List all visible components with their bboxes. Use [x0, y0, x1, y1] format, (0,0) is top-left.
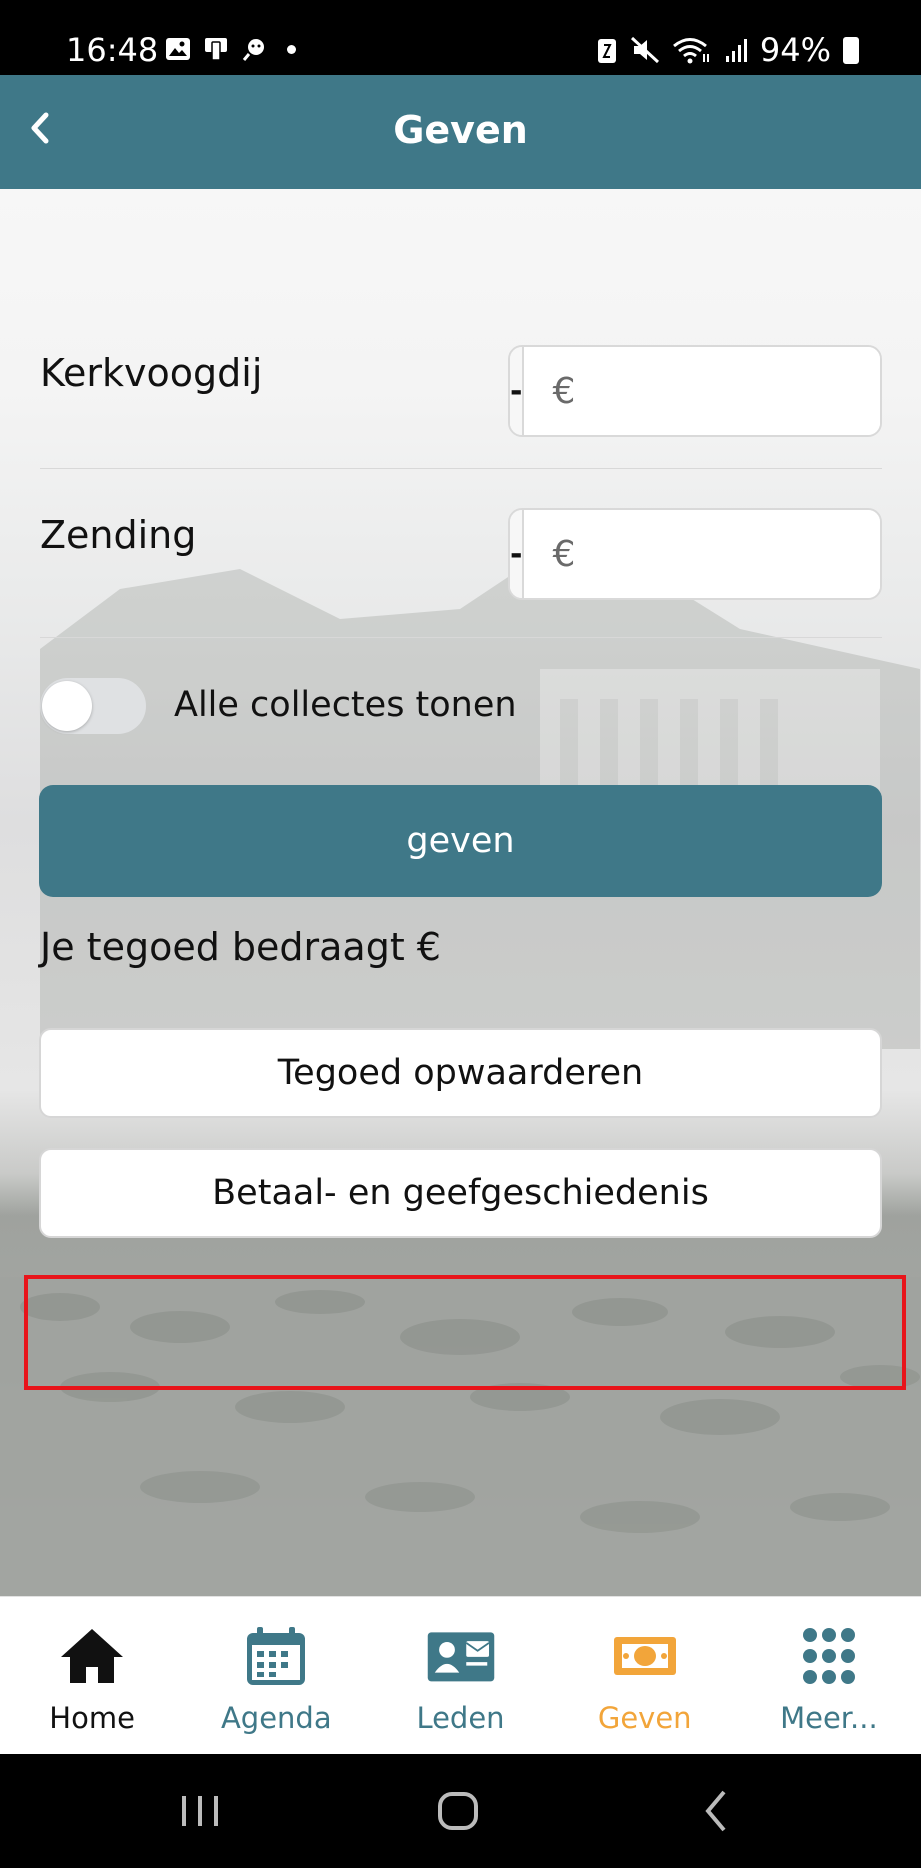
decrease-button[interactable]: - — [510, 347, 525, 435]
battery-icon — [843, 36, 859, 64]
highlight-box — [24, 1275, 906, 1390]
nav-item-meer[interactable]: Meer... — [737, 1597, 921, 1754]
main-content: Kerkvoogdij - + Zending - + Alle collect… — [0, 189, 921, 1596]
nav-label: Geven — [597, 1701, 692, 1735]
amount-stepper-zending: - + — [508, 508, 882, 600]
gallery-icon — [166, 38, 190, 60]
payment-history-button[interactable]: Betaal- en geefgeschiedenis — [39, 1148, 882, 1238]
system-back-icon[interactable] — [688, 1786, 748, 1836]
bottom-navigation: Home Agenda Leden Geven Meer... — [0, 1596, 921, 1754]
notification-dot — [287, 44, 296, 54]
nav-item-geven[interactable]: Geven — [553, 1597, 737, 1754]
status-system-icons: 94% — [596, 30, 859, 70]
recent-apps-icon[interactable] — [170, 1786, 230, 1836]
nav-item-agenda[interactable]: Agenda — [184, 1597, 368, 1754]
nav-item-home[interactable]: Home — [0, 1597, 184, 1754]
money-icon — [613, 1637, 676, 1675]
status-time: 16:48 — [66, 31, 159, 69]
status-bar: 16:48 94% — [0, 0, 921, 75]
decrease-button[interactable]: - — [510, 510, 525, 598]
balance-text: Je tegoed bedraagt € — [40, 925, 441, 969]
nav-label: Meer... — [780, 1701, 878, 1735]
battery-percent: 94% — [759, 31, 831, 69]
show-all-collections-toggle[interactable] — [40, 678, 146, 734]
give-button[interactable]: geven — [39, 785, 882, 897]
toggle-label: Alle collectes tonen — [174, 685, 517, 725]
system-navigation-bar — [0, 1754, 921, 1868]
amount-input[interactable] — [524, 347, 880, 435]
collection-label-kerkvoogdij: Kerkvoogdij — [40, 351, 263, 395]
top-up-button[interactable]: Tegoed opwaarderen — [39, 1028, 882, 1118]
assistant-icon — [242, 39, 264, 61]
toggle-knob — [42, 681, 92, 731]
battery-saver-icon — [597, 39, 616, 63]
nav-label: Agenda — [220, 1701, 332, 1735]
mute-icon — [630, 36, 659, 64]
nav-label: Home — [49, 1701, 135, 1735]
signal-icon — [725, 39, 747, 62]
contact-card-icon — [427, 1632, 494, 1682]
home-icon — [61, 1629, 124, 1683]
nav-item-leden[interactable]: Leden — [368, 1597, 552, 1754]
collection-label-zending: Zending — [40, 513, 197, 557]
wifi-icon — [672, 38, 709, 64]
page-title: Geven — [393, 108, 528, 152]
status-notification-icons — [165, 36, 296, 62]
home-button-icon[interactable] — [428, 1786, 488, 1836]
divider — [40, 468, 882, 469]
divider — [40, 637, 882, 638]
amount-input[interactable] — [524, 510, 880, 598]
grid-dots-icon — [802, 1628, 855, 1684]
phone-app-icon — [205, 38, 227, 61]
app-header: Geven — [0, 75, 921, 189]
nav-label: Leden — [416, 1701, 505, 1735]
calendar-icon — [247, 1627, 306, 1685]
amount-stepper-kerkvoogdij: - + — [508, 345, 882, 437]
